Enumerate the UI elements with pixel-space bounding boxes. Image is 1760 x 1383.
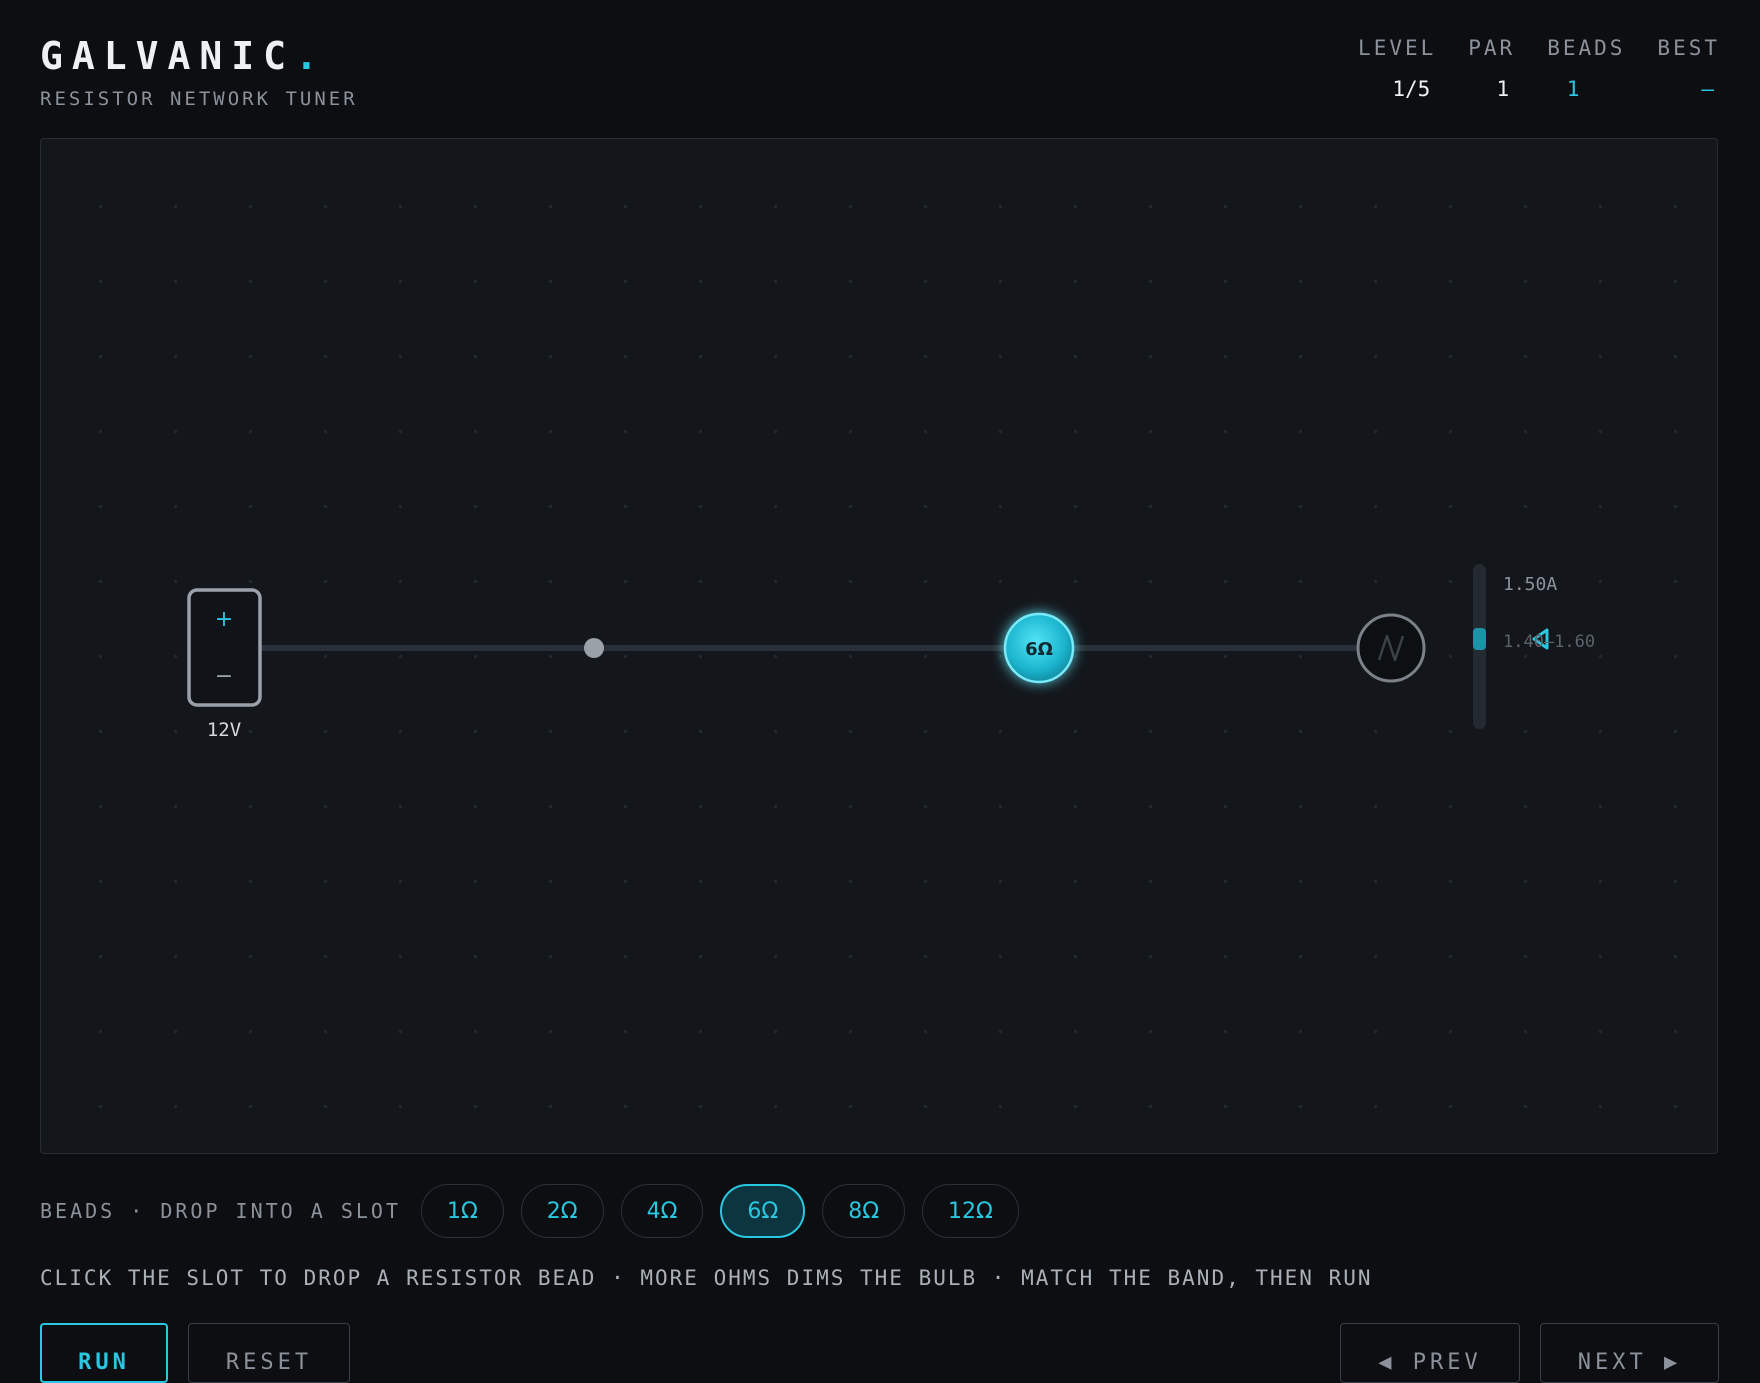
battery-minus-label: − (215, 664, 233, 689)
stat-best: BEST — (1657, 36, 1720, 101)
instructions-hint: CLICK THE SLOT TO DROP A RESISTOR BEAD ·… (40, 1266, 1373, 1290)
bead-button-12ohm[interactable]: 12Ω (922, 1184, 1019, 1238)
stat-best-label: BEST (1657, 36, 1720, 60)
battery-plus-label: + (215, 607, 233, 632)
circuit-svg: + − 12V 6Ω 1.50A 1.40–1.60 (187, 564, 1595, 741)
stat-level: LEVEL 1/5 (1358, 36, 1436, 101)
reset-button[interactable]: RESET (188, 1323, 350, 1383)
stats-panel: LEVEL 1/5 PAR 1 BEADS 1 BEST — (1358, 36, 1720, 101)
stat-beads-label: BEADS (1547, 36, 1626, 60)
stat-best-value: — (1701, 77, 1714, 101)
stat-level-label: LEVEL (1358, 36, 1437, 60)
bead-button-8ohm[interactable]: 8Ω (822, 1184, 906, 1238)
bead-button-2ohm[interactable]: 2Ω (520, 1184, 604, 1238)
app-title: GALVANIC (40, 34, 296, 78)
placed-bead-label: 6Ω (1025, 639, 1053, 660)
app-title-dot: . (295, 34, 327, 78)
battery: + − 12V (187, 588, 262, 741)
placed-bead-6ohm[interactable]: 6Ω (1003, 612, 1075, 684)
next-level-button[interactable]: NEXT ▶ (1540, 1323, 1719, 1383)
prev-level-button[interactable]: ◀ PREV (1340, 1323, 1520, 1383)
bulb (1356, 613, 1426, 683)
bead-button-6ohm[interactable]: 6Ω (720, 1184, 806, 1238)
app-subtitle: RESISTOR NETWORK TUNER (40, 88, 358, 110)
bead-slot[interactable] (584, 638, 604, 658)
stat-beads: BEADS 1 (1547, 36, 1625, 101)
bead-button-1ohm[interactable]: 1Ω (420, 1184, 504, 1238)
bead-palette: BEADS · DROP INTO A SLOT 1Ω 2Ω 4Ω 6Ω 8Ω … (40, 1184, 1036, 1238)
meter-band-label: 1.40–1.60 (1503, 632, 1595, 652)
bead-palette-label: BEADS · DROP INTO A SLOT (40, 1199, 401, 1223)
battery-voltage-label: 12V (207, 719, 241, 741)
meter-reading: 1.50A (1503, 574, 1557, 595)
stat-par-label: PAR (1468, 36, 1516, 60)
bead-button-4ohm[interactable]: 4Ω (620, 1184, 704, 1238)
stat-par-value: 1 (1496, 77, 1510, 101)
app-logo: GALVANIC. (40, 34, 327, 78)
current-meter: 1.50A 1.40–1.60 (1473, 564, 1595, 729)
meter-target-band (1473, 628, 1486, 650)
stat-beads-value: 1 (1566, 77, 1580, 101)
run-button[interactable]: RUN (40, 1323, 168, 1383)
stat-par: PAR 1 (1468, 36, 1515, 101)
stat-level-value: 1/5 (1392, 77, 1431, 101)
circuit-board: + − 12V 6Ω 1.50A 1.40–1.60 (40, 138, 1718, 1154)
